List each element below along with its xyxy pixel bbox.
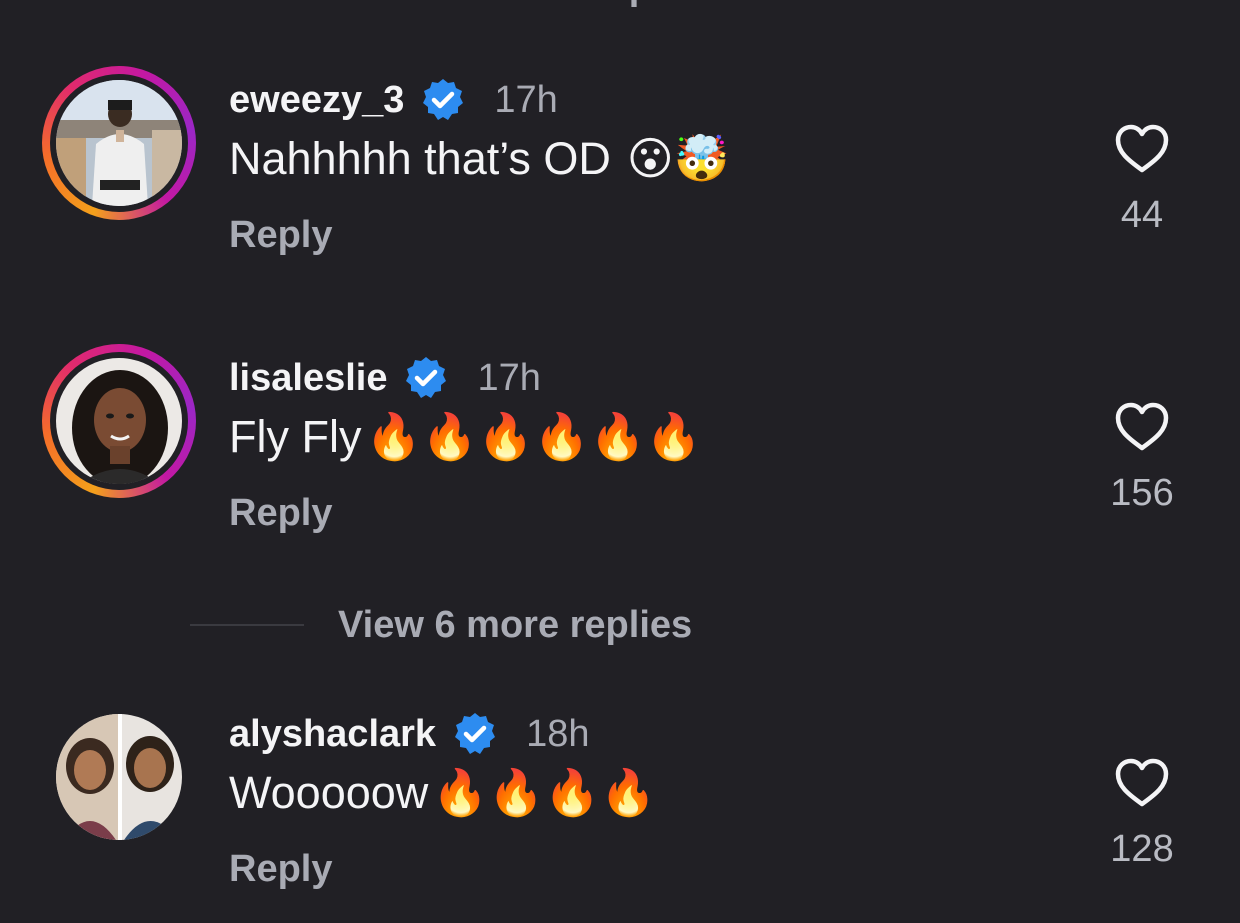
verified-badge-icon xyxy=(452,711,498,757)
comment-body: Wooooow xyxy=(229,766,429,818)
heart-outline-icon[interactable] xyxy=(1114,402,1170,452)
username[interactable]: alyshaclark xyxy=(229,713,436,756)
comment-header: lisaleslie 17h xyxy=(229,354,541,402)
comment-emoji: 😮🤯 xyxy=(626,132,730,185)
username[interactable]: eweezy_3 xyxy=(229,79,404,122)
comment-time: 18h xyxy=(526,712,590,755)
like-count: 156 xyxy=(1110,472,1174,514)
verified-badge-icon xyxy=(420,77,466,123)
reply-button[interactable]: Reply xyxy=(229,848,332,891)
avatar[interactable] xyxy=(42,700,196,854)
avatar-story-gap xyxy=(50,74,188,212)
comment-text: Fly Fly 🔥🔥🔥🔥🔥🔥 xyxy=(229,410,702,463)
comment-time: 17h xyxy=(477,356,541,399)
like-control: 128 xyxy=(1090,758,1194,871)
comment-text: Wooooow 🔥🔥🔥🔥 xyxy=(229,766,656,819)
avatar-story-gap xyxy=(50,352,188,490)
heart-outline-icon[interactable] xyxy=(1114,758,1170,808)
like-control: 44 xyxy=(1090,124,1194,237)
comment-emoji: 🔥🔥🔥🔥🔥🔥 xyxy=(365,410,702,463)
avatar-photo xyxy=(56,80,182,206)
avatar[interactable] xyxy=(42,66,196,220)
view-more-replies-top[interactable]: View 26 more replies xyxy=(340,0,715,9)
like-count: 44 xyxy=(1120,194,1164,236)
view-more-replies[interactable]: View 6 more replies xyxy=(190,600,692,650)
reply-button[interactable]: Reply xyxy=(229,214,332,257)
thread-divider xyxy=(190,624,304,626)
comment-header: eweezy_3 17h xyxy=(229,76,558,124)
comment-time: 17h xyxy=(494,78,558,121)
comment-text: Nahhhhh that’s OD 😮🤯 xyxy=(229,132,730,185)
comment-body: Fly Fly xyxy=(229,410,362,462)
comment-item: lisaleslie 17h Fly Fly 🔥🔥🔥🔥🔥🔥 Reply 156 xyxy=(0,344,1240,544)
avatar-photo xyxy=(56,714,182,840)
comment-item: eweezy_3 17h Nahhhhh that’s OD 😮🤯 Reply … xyxy=(0,66,1240,266)
avatar-photo xyxy=(56,358,182,484)
like-control: 156 xyxy=(1090,402,1194,515)
comment-emoji: 🔥🔥🔥🔥 xyxy=(432,766,657,819)
comment-item: alyshaclark 18h Wooooow 🔥🔥🔥🔥 Reply 128 xyxy=(0,700,1240,900)
avatar[interactable] xyxy=(42,344,196,498)
comment-header: alyshaclark 18h xyxy=(229,710,589,758)
username[interactable]: lisaleslie xyxy=(229,357,387,400)
heart-outline-icon[interactable] xyxy=(1114,124,1170,174)
view-more-replies-label[interactable]: View 6 more replies xyxy=(338,604,692,647)
verified-badge-icon xyxy=(403,355,449,401)
comment-body: Nahhhhh that’s OD xyxy=(229,132,611,184)
like-count: 128 xyxy=(1110,828,1174,870)
reply-button[interactable]: Reply xyxy=(229,492,332,535)
